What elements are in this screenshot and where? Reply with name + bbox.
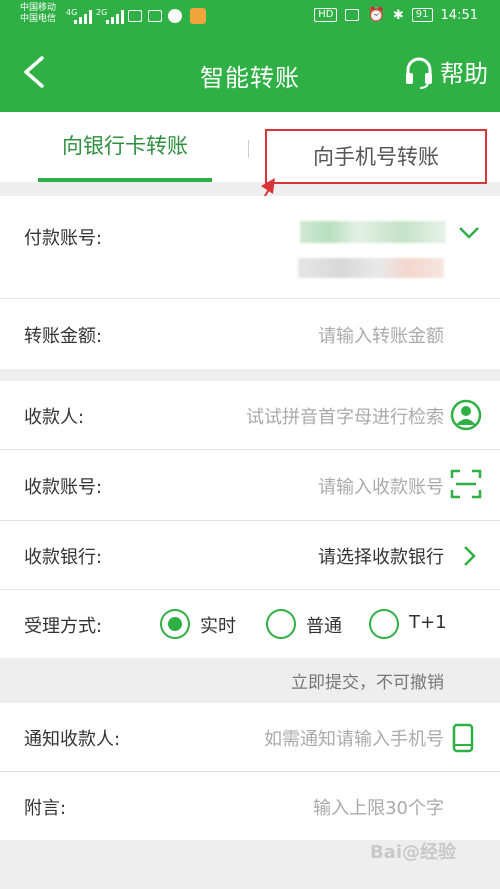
chevron-down-icon[interactable] (458, 226, 480, 240)
amount-label: 转账金额: (24, 326, 103, 347)
radio-t1-label[interactable]: T+1 (409, 612, 447, 633)
amount-input[interactable]: 请输入转账金额 (318, 322, 444, 348)
app-icon (168, 9, 182, 23)
radio-realtime-label[interactable]: 实时 (200, 612, 236, 638)
scan-icon[interactable] (450, 468, 482, 500)
carrier-info: 中国移动 中国电信 (20, 3, 56, 25)
gallery-icon (128, 10, 142, 22)
tab-divider (248, 140, 249, 158)
app-icon (190, 8, 206, 24)
signal-icon (106, 10, 124, 24)
method-hint: 立即提交，不可撤销 (291, 673, 444, 693)
radio-realtime[interactable] (160, 609, 190, 639)
payee-bank-label: 收款银行: (24, 547, 103, 568)
phone-icon[interactable] (452, 723, 474, 753)
amount-row[interactable]: 转账金额: 请输入转账金额 (0, 299, 500, 369)
memo-input[interactable]: 输入上限30个字 (313, 794, 444, 820)
nfc-icon (345, 9, 360, 21)
contact-icon[interactable] (450, 399, 482, 431)
notify-input[interactable]: 如需通知请输入手机号 (264, 725, 444, 751)
signal-icon (74, 10, 92, 24)
status-right: HD ⏰ ✱ 91 14:51 (314, 7, 478, 23)
alarm-icon: ⏰ (367, 7, 385, 23)
radio-t1[interactable] (369, 609, 399, 639)
carrier-1: 中国移动 (20, 3, 57, 13)
tab-bank-card[interactable]: 向银行卡转账 (38, 130, 212, 160)
headset-icon (406, 57, 432, 89)
carrier-2: 中国电信 (20, 14, 57, 24)
notify-label: 通知收款人: (24, 729, 121, 750)
radio-normal-label[interactable]: 普通 (306, 612, 342, 638)
payee-label: 收款人: (24, 407, 85, 428)
notify-row[interactable]: 通知收款人: 如需通知请输入手机号 (0, 703, 500, 771)
payee-bank-select[interactable]: 请选择收款银行 (318, 543, 444, 569)
payee-bank-row[interactable]: 收款银行: 请选择收款银行 (0, 521, 500, 589)
payee-account-label: 收款账号: (24, 477, 103, 498)
memo-row[interactable]: 附言: 输入上限30个字 (0, 772, 500, 840)
notification-icon (148, 10, 162, 22)
clock: 14:51 (440, 7, 478, 23)
payee-row[interactable]: 收款人: 试试拼音首字母进行检索 (0, 381, 500, 449)
battery-icon: 91 (411, 8, 433, 22)
payer-account-balance (298, 258, 444, 278)
processing-method-row: 受理方式: 实时 普通 T+1 (0, 590, 500, 658)
active-tab-indicator (38, 178, 212, 182)
payer-account-row[interactable]: 付款账号: (0, 196, 500, 298)
hd-icon: HD (314, 8, 338, 22)
payer-label: 付款账号: (24, 228, 103, 249)
payee-input[interactable]: 试试拼音首字母进行检索 (246, 403, 444, 429)
radio-normal[interactable] (266, 609, 296, 639)
nav-bar: 智能转账 帮助 (0, 34, 500, 112)
method-label: 受理方式: (24, 616, 103, 637)
memo-label: 附言: (24, 798, 67, 819)
chevron-right-icon[interactable] (462, 545, 476, 567)
status-bar: 中国移动 中国电信 4G 2G HD ⏰ ✱ 91 14:51 (0, 0, 500, 34)
help-button[interactable]: 帮助 (404, 54, 488, 89)
watermark-logo: Bai@经验 (369, 842, 456, 863)
tab-phone[interactable]: 向手机号转账 (265, 129, 487, 184)
payee-account-input[interactable]: 请输入收款账号 (318, 473, 444, 499)
bluetooth-icon: ✱ (392, 7, 404, 23)
payer-account-number (300, 221, 446, 243)
payee-account-row[interactable]: 收款账号: 请输入收款账号 (0, 450, 500, 520)
help-label: 帮助 (440, 60, 488, 88)
